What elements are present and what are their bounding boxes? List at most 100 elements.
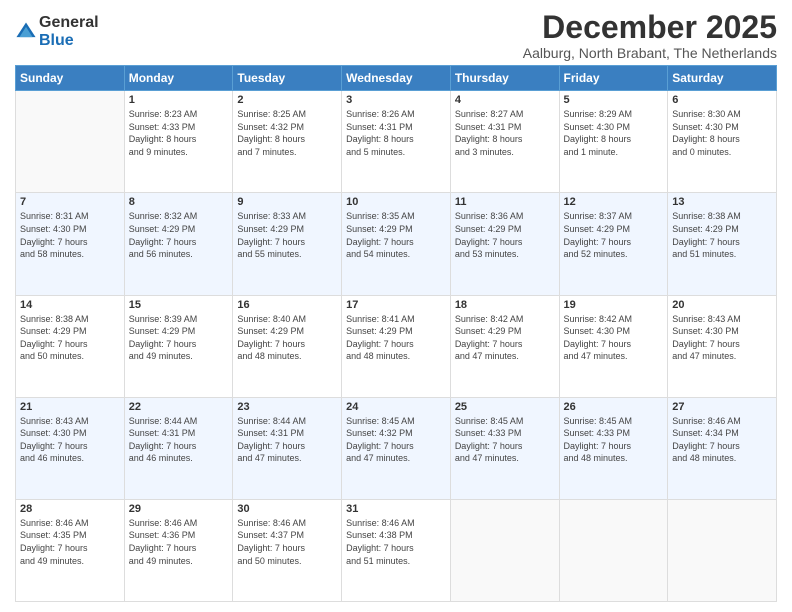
logo: General Blue: [15, 14, 99, 49]
calendar-cell: 10 Sunrise: 8:35 AM Sunset: 4:29 PM Dayli…: [342, 193, 451, 295]
calendar-header-sunday: Sunday: [16, 66, 125, 91]
day-number: 10: [346, 196, 446, 208]
day-info: Sunrise: 8:44 AM Sunset: 4:31 PM Dayligh…: [237, 415, 337, 465]
calendar-cell: 12 Sunrise: 8:37 AM Sunset: 4:29 PM Dayli…: [559, 193, 668, 295]
calendar-cell: 18 Sunrise: 8:42 AM Sunset: 4:29 PM Dayli…: [450, 295, 559, 397]
calendar-cell: 24Sunrise: 8:45 AM Sunset: 4:32 PM Dayli…: [342, 397, 451, 499]
calendar-header-monday: Monday: [124, 66, 233, 91]
day-number: 1: [129, 94, 229, 106]
day-number: 30: [237, 503, 337, 515]
day-number: 31: [346, 503, 446, 515]
calendar-cell: 27Sunrise: 8:46 AM Sunset: 4:34 PM Dayli…: [668, 397, 777, 499]
day-number: 2: [237, 94, 337, 106]
day-number: 24: [346, 401, 446, 413]
day-number: 16: [237, 299, 337, 311]
day-number: 20: [672, 299, 772, 311]
day-info: Sunrise: 8:46 AM Sunset: 4:38 PM Dayligh…: [346, 517, 446, 567]
day-info: Sunrise: 8:38 AM Sunset: 4:29 PM Dayligh…: [20, 313, 120, 363]
header: General Blue December 2025 Aalburg, Nort…: [15, 10, 777, 61]
calendar-header-wednesday: Wednesday: [342, 66, 451, 91]
calendar-cell: 17 Sunrise: 8:41 AM Sunset: 4:29 PM Dayli…: [342, 295, 451, 397]
calendar-cell: 2 Sunrise: 8:25 AM Sunset: 4:32 PM Daylig…: [233, 91, 342, 193]
logo-blue: Blue: [39, 32, 99, 50]
day-info: Sunrise: 8:46 AM Sunset: 4:37 PM Dayligh…: [237, 517, 337, 567]
logo-general: General: [39, 14, 99, 32]
day-info: Sunrise: 8:43 AM Sunset: 4:30 PM Dayligh…: [672, 313, 772, 363]
calendar-cell: 9Sunrise: 8:33 AM Sunset: 4:29 PM Daylig…: [233, 193, 342, 295]
calendar-cell: 19 Sunrise: 8:42 AM Sunset: 4:30 PM Dayli…: [559, 295, 668, 397]
day-number: 7: [20, 196, 120, 208]
logo-icon: [15, 21, 37, 43]
day-number: 17: [346, 299, 446, 311]
calendar-cell: 31 Sunrise: 8:46 AM Sunset: 4:38 PM Dayli…: [342, 499, 451, 601]
calendar-cell: 7Sunrise: 8:31 AM Sunset: 4:30 PM Daylig…: [16, 193, 125, 295]
day-info: Sunrise: 8:40 AM Sunset: 4:29 PM Dayligh…: [237, 313, 337, 363]
calendar-cell: [668, 499, 777, 601]
calendar-cell: 25 Sunrise: 8:45 AM Sunset: 4:33 PM Dayli…: [450, 397, 559, 499]
day-info: Sunrise: 8:45 AM Sunset: 4:33 PM Dayligh…: [564, 415, 664, 465]
calendar-cell: 26 Sunrise: 8:45 AM Sunset: 4:33 PM Dayli…: [559, 397, 668, 499]
calendar-week-row: 1 Sunrise: 8:23 AM Sunset: 4:33 PM Daylig…: [16, 91, 777, 193]
day-number: 14: [20, 299, 120, 311]
day-number: 4: [455, 94, 555, 106]
day-number: 18: [455, 299, 555, 311]
calendar-cell: 4 Sunrise: 8:27 AM Sunset: 4:31 PM Daylig…: [450, 91, 559, 193]
day-info: Sunrise: 8:25 AM Sunset: 4:32 PM Dayligh…: [237, 108, 337, 158]
month-title: December 2025: [523, 10, 777, 45]
day-info: Sunrise: 8:38 AM Sunset: 4:29 PM Dayligh…: [672, 210, 772, 260]
day-info: Sunrise: 8:23 AM Sunset: 4:33 PM Dayligh…: [129, 108, 229, 158]
day-number: 29: [129, 503, 229, 515]
day-info: Sunrise: 8:41 AM Sunset: 4:29 PM Dayligh…: [346, 313, 446, 363]
day-number: 23: [237, 401, 337, 413]
calendar-cell: 14 Sunrise: 8:38 AM Sunset: 4:29 PM Dayli…: [16, 295, 125, 397]
day-number: 22: [129, 401, 229, 413]
calendar-week-row: 7Sunrise: 8:31 AM Sunset: 4:30 PM Daylig…: [16, 193, 777, 295]
day-number: 25: [455, 401, 555, 413]
day-number: 26: [564, 401, 664, 413]
calendar-cell: 8 Sunrise: 8:32 AM Sunset: 4:29 PM Daylig…: [124, 193, 233, 295]
calendar-header-tuesday: Tuesday: [233, 66, 342, 91]
day-info: Sunrise: 8:35 AM Sunset: 4:29 PM Dayligh…: [346, 210, 446, 260]
calendar-header-friday: Friday: [559, 66, 668, 91]
day-number: 27: [672, 401, 772, 413]
calendar-cell: 5 Sunrise: 8:29 AM Sunset: 4:30 PM Daylig…: [559, 91, 668, 193]
day-info: Sunrise: 8:32 AM Sunset: 4:29 PM Dayligh…: [129, 210, 229, 260]
day-number: 8: [129, 196, 229, 208]
day-info: Sunrise: 8:37 AM Sunset: 4:29 PM Dayligh…: [564, 210, 664, 260]
day-info: Sunrise: 8:46 AM Sunset: 4:35 PM Dayligh…: [20, 517, 120, 567]
day-info: Sunrise: 8:46 AM Sunset: 4:36 PM Dayligh…: [129, 517, 229, 567]
day-info: Sunrise: 8:26 AM Sunset: 4:31 PM Dayligh…: [346, 108, 446, 158]
calendar-header-row: SundayMondayTuesdayWednesdayThursdayFrid…: [16, 66, 777, 91]
day-number: 9: [237, 196, 337, 208]
calendar-cell: 30 Sunrise: 8:46 AM Sunset: 4:37 PM Dayli…: [233, 499, 342, 601]
page: General Blue December 2025 Aalburg, Nort…: [0, 0, 792, 612]
day-info: Sunrise: 8:42 AM Sunset: 4:29 PM Dayligh…: [455, 313, 555, 363]
calendar-cell: 11Sunrise: 8:36 AM Sunset: 4:29 PM Dayli…: [450, 193, 559, 295]
location: Aalburg, North Brabant, The Netherlands: [523, 45, 777, 61]
day-number: 19: [564, 299, 664, 311]
day-number: 21: [20, 401, 120, 413]
day-info: Sunrise: 8:36 AM Sunset: 4:29 PM Dayligh…: [455, 210, 555, 260]
calendar-cell: 3 Sunrise: 8:26 AM Sunset: 4:31 PM Daylig…: [342, 91, 451, 193]
calendar-cell: 16 Sunrise: 8:40 AM Sunset: 4:29 PM Dayli…: [233, 295, 342, 397]
logo-text: General Blue: [39, 14, 99, 49]
calendar-cell: 20 Sunrise: 8:43 AM Sunset: 4:30 PM Dayli…: [668, 295, 777, 397]
calendar-header-saturday: Saturday: [668, 66, 777, 91]
calendar-cell: 29 Sunrise: 8:46 AM Sunset: 4:36 PM Dayli…: [124, 499, 233, 601]
day-info: Sunrise: 8:42 AM Sunset: 4:30 PM Dayligh…: [564, 313, 664, 363]
day-info: Sunrise: 8:29 AM Sunset: 4:30 PM Dayligh…: [564, 108, 664, 158]
day-number: 15: [129, 299, 229, 311]
calendar-cell: 15 Sunrise: 8:39 AM Sunset: 4:29 PM Dayli…: [124, 295, 233, 397]
day-info: Sunrise: 8:45 AM Sunset: 4:33 PM Dayligh…: [455, 415, 555, 465]
day-number: 5: [564, 94, 664, 106]
day-info: Sunrise: 8:27 AM Sunset: 4:31 PM Dayligh…: [455, 108, 555, 158]
day-number: 12: [564, 196, 664, 208]
calendar-cell: 28Sunrise: 8:46 AM Sunset: 4:35 PM Dayli…: [16, 499, 125, 601]
day-number: 3: [346, 94, 446, 106]
day-info: Sunrise: 8:44 AM Sunset: 4:31 PM Dayligh…: [129, 415, 229, 465]
calendar-cell: 22 Sunrise: 8:44 AM Sunset: 4:31 PM Dayli…: [124, 397, 233, 499]
day-info: Sunrise: 8:30 AM Sunset: 4:30 PM Dayligh…: [672, 108, 772, 158]
calendar-header-thursday: Thursday: [450, 66, 559, 91]
day-info: Sunrise: 8:39 AM Sunset: 4:29 PM Dayligh…: [129, 313, 229, 363]
calendar-week-row: 28Sunrise: 8:46 AM Sunset: 4:35 PM Dayli…: [16, 499, 777, 601]
